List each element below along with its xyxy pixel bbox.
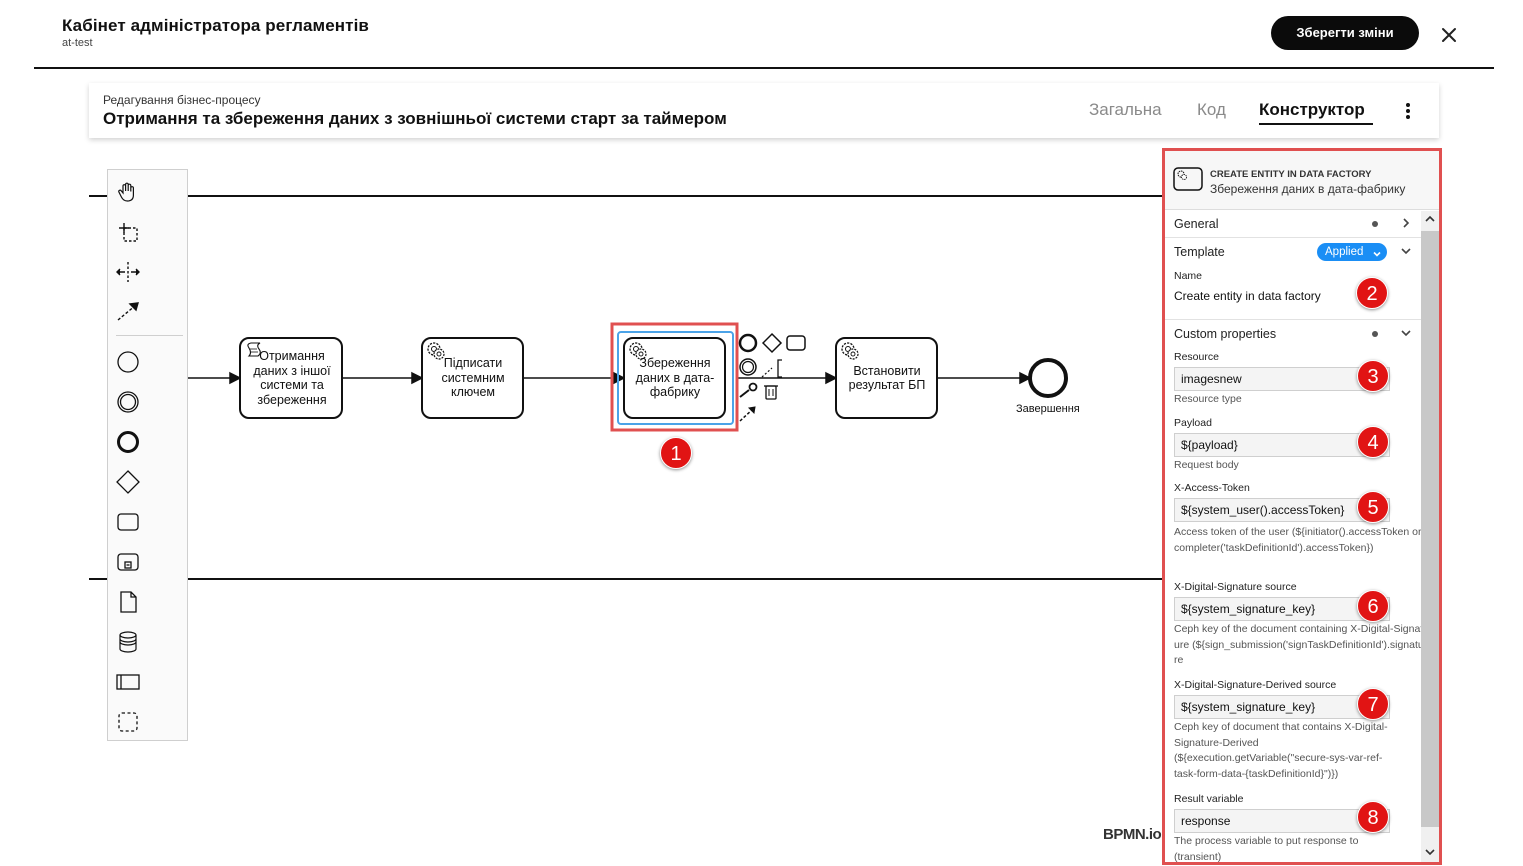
annotation-badge: 4 bbox=[1357, 426, 1389, 458]
task-icon[interactable] bbox=[116, 510, 140, 534]
process-name: Отримання та збереження даних з зовнішнь… bbox=[103, 109, 727, 128]
app-title: Кабінет адміністратора регламентів bbox=[62, 16, 369, 35]
field-hint: Ceph key of the document containing X-Di… bbox=[1174, 622, 1424, 669]
lasso-tool-icon[interactable] bbox=[116, 220, 140, 244]
element-name: Збереження даних в дата-фабрику bbox=[1210, 182, 1406, 196]
active-tab-indicator bbox=[1259, 123, 1373, 125]
subprocess-icon[interactable] bbox=[116, 550, 140, 574]
chevron-right-icon[interactable] bbox=[1399, 216, 1413, 230]
annotation-badge: 5 bbox=[1357, 491, 1389, 523]
section-general[interactable]: General bbox=[1165, 210, 1421, 238]
hand-tool-icon[interactable] bbox=[116, 180, 140, 204]
annotation-badge: 6 bbox=[1357, 590, 1389, 622]
name-label: Name bbox=[1174, 270, 1203, 282]
end-event[interactable] bbox=[1028, 358, 1068, 398]
element-type: CREATE ENTITY IN DATA FACTORY bbox=[1210, 169, 1372, 180]
chevron-down-icon[interactable] bbox=[1399, 326, 1413, 340]
tool-palette bbox=[107, 169, 188, 741]
app-header: Кабінет адміністратора регламентів at-te… bbox=[0, 0, 1523, 69]
more-menu-icon[interactable] bbox=[1398, 101, 1418, 121]
field-hint: Ceph key of document that contains X-Dig… bbox=[1174, 721, 1388, 780]
properties-panel: CREATE ENTITY IN DATA FACTORY Збереження… bbox=[1162, 148, 1442, 865]
intermediate-event-icon[interactable] bbox=[116, 390, 140, 414]
tab-general[interactable]: Загальна bbox=[1089, 100, 1162, 120]
field-label: X-Access-Token bbox=[1174, 482, 1250, 494]
section-title: General bbox=[1174, 217, 1219, 231]
data-store-icon[interactable] bbox=[116, 630, 140, 654]
tab-code[interactable]: Код bbox=[1197, 100, 1226, 120]
section-title: Template bbox=[1174, 245, 1225, 259]
field-label: X-Digital-Signature-Derived source bbox=[1174, 679, 1337, 691]
section-indicator bbox=[1372, 331, 1378, 337]
header-divider bbox=[34, 67, 1494, 69]
field-label: X-Digital-Signature source bbox=[1174, 581, 1297, 593]
end-event-icon[interactable] bbox=[116, 430, 140, 454]
palette-separator bbox=[116, 335, 183, 336]
connect-tool-icon[interactable] bbox=[116, 300, 140, 324]
template-applied-dropdown[interactable]: Applied bbox=[1317, 243, 1387, 261]
task-label: Отримання даних з іншої системи та збере… bbox=[253, 349, 331, 407]
group-icon[interactable] bbox=[116, 710, 140, 734]
process-title-card: Редагування бізнес-процесу Отримання та … bbox=[89, 83, 1439, 138]
scrollbar-thumb[interactable] bbox=[1421, 231, 1439, 827]
template-status: Applied bbox=[1325, 246, 1364, 258]
section-template[interactable]: Template Applied bbox=[1165, 238, 1421, 266]
field-hint: The process variable to put response to … bbox=[1174, 835, 1359, 863]
field-hint: Resource type bbox=[1174, 393, 1242, 405]
start-event-icon[interactable] bbox=[116, 350, 140, 374]
end-event-label: Завершення bbox=[1016, 403, 1080, 415]
service-task-icon bbox=[1173, 167, 1203, 193]
chevron-down-icon bbox=[1372, 247, 1382, 257]
participant-icon[interactable] bbox=[116, 670, 140, 694]
save-changes-button[interactable]: Зберегти зміни bbox=[1271, 16, 1419, 50]
scroll-down-icon[interactable] bbox=[1423, 845, 1437, 859]
field-label: Result variable bbox=[1174, 793, 1244, 805]
field-hint-text: Ceph key of the document containing X-Di… bbox=[1174, 623, 1424, 666]
section-custom-properties[interactable]: Custom properties bbox=[1165, 319, 1421, 347]
annotation-badge: 1 bbox=[660, 437, 692, 469]
name-value: Create entity in data factory bbox=[1174, 289, 1321, 303]
task-label: Підписати системним ключем bbox=[441, 356, 505, 400]
scroll-up-icon[interactable] bbox=[1423, 212, 1437, 226]
bpmn-canvas[interactable]: Отримання даних з іншої системи та збере… bbox=[89, 146, 1163, 866]
annotation-badge: 3 bbox=[1357, 360, 1389, 392]
properties-header: CREATE ENTITY IN DATA FACTORY Збереження… bbox=[1165, 151, 1439, 210]
annotation-badge: 8 bbox=[1357, 801, 1389, 833]
bpmn-io-watermark[interactable]: BPMN.io bbox=[1103, 826, 1162, 843]
annotation-badge: 2 bbox=[1356, 277, 1388, 309]
task-label: Збереження даних в дата-фабрику bbox=[635, 356, 715, 400]
section-title: Custom properties bbox=[1174, 327, 1277, 341]
task-label: Встановити результат БП bbox=[848, 363, 926, 393]
close-icon[interactable] bbox=[1438, 24, 1460, 46]
field-hint: Access token of the user (${initiator().… bbox=[1174, 526, 1422, 554]
field-hint: Request body bbox=[1174, 459, 1239, 471]
chevron-down-icon[interactable] bbox=[1399, 244, 1413, 258]
space-tool-icon[interactable] bbox=[116, 260, 140, 284]
annotation-badge: 7 bbox=[1357, 688, 1389, 720]
app-subtitle: at-test bbox=[62, 37, 93, 49]
data-object-icon[interactable] bbox=[116, 590, 140, 614]
process-edit-label: Редагування бізнес-процесу bbox=[103, 93, 261, 107]
gateway-icon[interactable] bbox=[116, 470, 140, 494]
tab-constructor[interactable]: Конструктор bbox=[1259, 100, 1365, 120]
field-label: Payload bbox=[1174, 417, 1212, 429]
section-indicator bbox=[1372, 221, 1378, 227]
field-label: Resource bbox=[1174, 351, 1219, 363]
